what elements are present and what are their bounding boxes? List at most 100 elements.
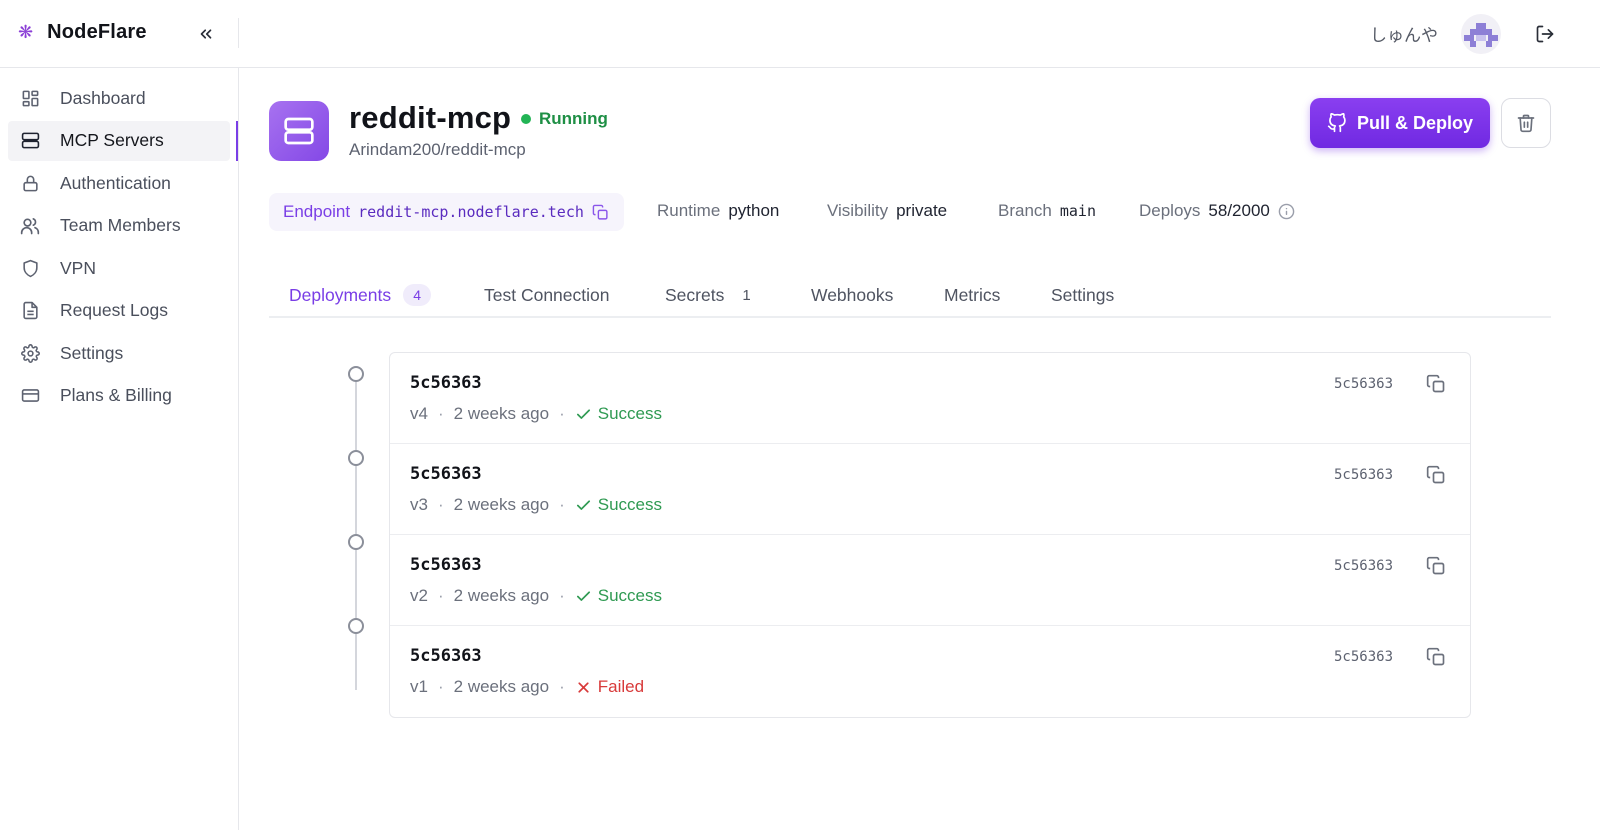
status-label: Failed <box>597 677 645 696</box>
tab-settings[interactable]: Settings <box>1051 278 1114 312</box>
chevrons-left-icon <box>200 29 212 39</box>
visibility-label: Visibility <box>827 201 889 220</box>
avatar[interactable] <box>1461 14 1501 54</box>
lock-icon <box>20 173 40 193</box>
deployment-version: v4 <box>410 404 428 423</box>
collapse-sidebar-button[interactable] <box>192 20 220 48</box>
dashboard-icon <box>20 88 40 108</box>
repo-name[interactable]: Arindam200/reddit-mcp <box>349 140 526 160</box>
copy-icon <box>1426 374 1445 393</box>
timeline-dot <box>348 618 364 634</box>
sidebar-item-label: Request Logs <box>60 300 168 320</box>
tab-label: Secrets <box>665 284 725 305</box>
deployment-row[interactable]: 5c56363 v2 · 2 weeks ago · Success 5c563… <box>390 535 1470 626</box>
short-hash: 5c56363 <box>1334 649 1394 665</box>
deployment-version: v3 <box>410 495 428 514</box>
server-icon <box>284 117 314 145</box>
user-name: しゅんや <box>1370 26 1438 45</box>
tab-metrics[interactable]: Metrics <box>944 278 1000 312</box>
deploys-label: Deploys <box>1139 201 1201 220</box>
runtime-label: Runtime <box>657 201 721 220</box>
tab-count: 1 <box>742 286 751 304</box>
tab-label: Webhooks <box>811 284 894 305</box>
copy-endpoint-button[interactable] <box>592 203 610 221</box>
tab-secrets[interactable]: Secrets 1 <box>665 278 751 312</box>
timeline-dot <box>348 450 364 466</box>
copy-hash-button[interactable] <box>1424 463 1448 487</box>
identicon-icon <box>1464 23 1498 47</box>
separator: · <box>559 677 565 696</box>
runtime-meta: Runtime python <box>657 201 779 221</box>
brand[interactable]: ❋ NodeFlare <box>18 20 147 44</box>
endpoint-label: Endpoint <box>283 202 351 221</box>
deployment-version: v1 <box>410 677 428 696</box>
commit-hash: 5c56363 <box>410 555 482 575</box>
deployment-time: 2 weeks ago <box>453 677 550 696</box>
pull-deploy-label: Pull & Deploy <box>1356 112 1473 133</box>
info-icon[interactable] <box>1278 203 1295 220</box>
sidebar-item-plans-billing[interactable]: Plans & Billing <box>8 376 230 416</box>
sidebar-item-team-members[interactable]: Team Members <box>8 206 230 246</box>
sidebar-item-vpn[interactable]: VPN <box>8 248 230 288</box>
sidebar-item-dashboard[interactable]: Dashboard <box>8 78 230 118</box>
deployment-meta: v1 · 2 weeks ago · Failed <box>410 677 644 697</box>
main-content: reddit-mcp Running Arindam200/reddit-mcp… <box>239 68 1600 830</box>
tab-deployments[interactable]: Deployments 4 <box>289 278 432 312</box>
copy-hash-button[interactable] <box>1424 554 1448 578</box>
status-dot <box>521 114 531 124</box>
status-label: Success <box>597 586 663 605</box>
deployment-row[interactable]: 5c56363 v3 · 2 weeks ago · Success 5c563… <box>390 444 1470 535</box>
endpoint-pill: Endpoint reddit-mcp.nodeflare.tech <box>269 193 624 231</box>
sidebar-item-mcp-servers[interactable]: MCP Servers <box>8 120 238 161</box>
sidebar-item-request-logs[interactable]: Request Logs <box>8 291 230 331</box>
tab-label: Test Connection <box>484 284 610 305</box>
copy-hash-button[interactable] <box>1424 645 1448 669</box>
top-bar: ❋ NodeFlare しゅんや <box>0 0 1600 68</box>
deployment-status: Success <box>575 495 662 515</box>
sidebar-item-label: VPN <box>60 257 96 278</box>
deployment-meta: v2 · 2 weeks ago · Success <box>410 586 662 606</box>
deployment-version: v2 <box>410 586 428 605</box>
commit-hash: 5c56363 <box>410 464 482 484</box>
branch-value: main <box>1059 202 1096 220</box>
timeline-dot <box>348 366 364 382</box>
visibility-value: private <box>896 201 948 220</box>
brand-name: NodeFlare <box>47 20 147 43</box>
copy-hash-button[interactable] <box>1424 372 1448 396</box>
deployment-row[interactable]: 5c56363 v1 · 2 weeks ago · Failed 5c5636… <box>390 626 1470 717</box>
top-divider <box>238 18 239 48</box>
sidebar-item-settings[interactable]: Settings <box>8 333 230 373</box>
pull-deploy-button[interactable]: Pull & Deploy <box>1310 98 1490 148</box>
sidebar-item-label: Settings <box>60 342 124 363</box>
copy-icon <box>593 204 608 220</box>
tab-test-connection[interactable]: Test Connection <box>484 278 610 312</box>
tab-count-badge: 4 <box>403 284 432 306</box>
github-icon <box>1327 113 1346 133</box>
server-avatar <box>269 101 329 161</box>
short-hash: 5c56363 <box>1334 467 1394 483</box>
runtime-value: python <box>728 201 780 220</box>
gear-icon <box>20 343 40 363</box>
delete-server-button[interactable] <box>1501 98 1551 148</box>
deploys-value: 58/2000 <box>1208 201 1270 220</box>
timeline-dot <box>348 534 364 550</box>
endpoint-value[interactable]: reddit-mcp.nodeflare.tech <box>358 203 584 221</box>
copy-icon <box>1426 647 1445 666</box>
branch-meta: Branch main <box>998 201 1096 221</box>
deployment-time: 2 weeks ago <box>453 586 550 605</box>
sidebar: Dashboard MCP Servers Authentication Tea… <box>0 68 239 830</box>
tab-webhooks[interactable]: Webhooks <box>811 278 893 312</box>
deployment-meta: v3 · 2 weeks ago · Success <box>410 495 662 515</box>
visibility-meta: Visibility private <box>827 201 947 221</box>
separator: · <box>437 495 444 514</box>
copy-icon <box>1426 465 1445 484</box>
deployment-list: 5c56363 v4 · 2 weeks ago · Success 5c563… <box>389 352 1471 718</box>
sidebar-item-label: Team Members <box>60 215 181 235</box>
logout-button[interactable] <box>1532 21 1558 47</box>
shield-icon <box>20 258 40 278</box>
tab-label: Settings <box>1051 284 1115 305</box>
separator: · <box>559 495 565 514</box>
sidebar-item-authentication[interactable]: Authentication <box>8 163 230 203</box>
deployment-row[interactable]: 5c56363 v4 · 2 weeks ago · Success 5c563… <box>390 353 1470 444</box>
deployment-meta: v4 · 2 weeks ago · Success <box>410 404 662 424</box>
